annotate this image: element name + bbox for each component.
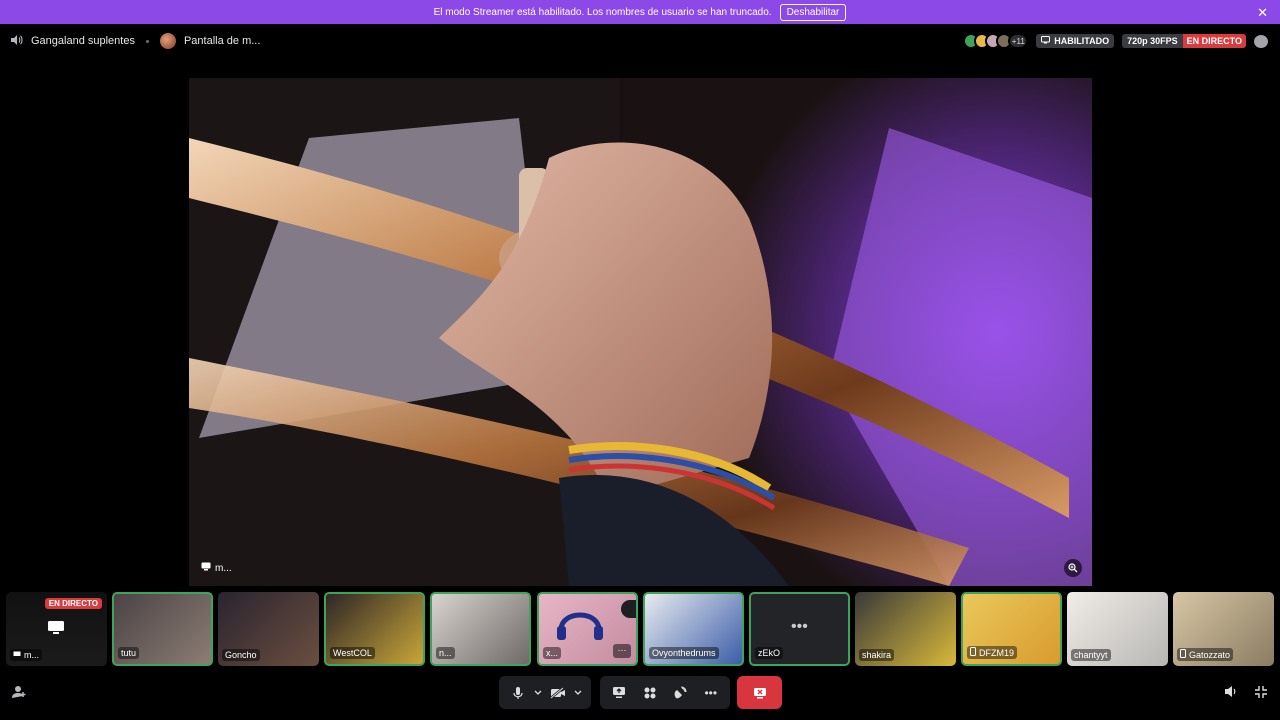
channel-name[interactable]: Gangaland suplentes (31, 35, 135, 47)
soundboard-icon[interactable] (667, 679, 694, 707)
participant-name: Ovyonthedrums (649, 647, 719, 659)
participant-tile[interactable]: WestCOL (324, 592, 425, 666)
stream-title[interactable]: Pantalla de m... (184, 35, 260, 47)
participant-tile[interactable]: x... ··· (537, 592, 638, 666)
monitor-icon (48, 621, 64, 634)
banner-message: El modo Streamer está habilitado. Los no… (433, 6, 772, 18)
volume-icon[interactable] (1224, 685, 1238, 703)
participant-name: Goncho (222, 649, 260, 661)
participant-tile[interactable]: Gatozzato (1173, 592, 1274, 666)
participant-name: DFZM19 (967, 646, 1018, 659)
participant-name: zEkO (755, 647, 784, 659)
call-header: Gangaland suplentes Pantalla de m... +11… (0, 24, 1280, 58)
stage-streamer-label: m... (201, 562, 232, 574)
tile-actions[interactable] (621, 600, 636, 618)
participant-tile[interactable]: ••• zEkO (749, 592, 850, 666)
chat-icon[interactable] (1254, 34, 1268, 48)
more-options-button[interactable]: ··· (613, 644, 631, 658)
screen-share-stage[interactable] (189, 78, 1092, 586)
viewer-avatars[interactable]: +11 (963, 33, 1029, 49)
actions-group: ••• (600, 676, 730, 709)
participant-name: Gatozzato (1177, 648, 1234, 661)
activities-icon[interactable] (637, 679, 664, 707)
monitor-icon (1041, 36, 1051, 46)
leave-call-icon[interactable] (737, 676, 782, 709)
participant-name: n... (436, 647, 455, 659)
zoom-icon[interactable] (1064, 559, 1082, 577)
more-icon[interactable]: ••• (698, 679, 725, 707)
quality-badge: 720p 30FPS (1122, 34, 1183, 48)
monitor-icon (201, 562, 211, 574)
participant-name: x... (543, 647, 562, 659)
participant-name: shakira (859, 649, 895, 661)
participant-tile[interactable]: chantyyt (1067, 592, 1168, 666)
participant-name: WestCOL (330, 647, 375, 659)
live-badge: EN DIRECTO (44, 598, 102, 609)
speaker-icon (10, 34, 23, 49)
participant-tile[interactable]: DFZM19 (961, 592, 1062, 666)
live-badge: EN DIRECTO (1182, 34, 1246, 48)
headphones-avatar (557, 612, 603, 640)
streamer-avatar (159, 33, 176, 49)
participant-strip: EN DIRECTO m... tutu Goncho WestCOL n...… (0, 591, 1280, 667)
mobile-icon (1180, 649, 1186, 660)
more-icon: ••• (791, 618, 808, 635)
mobile-icon (970, 647, 976, 658)
add-user-icon[interactable] (12, 685, 26, 704)
call-controls: ••• (0, 676, 1280, 710)
participant-tile[interactable]: Ovyonthedrums (643, 592, 744, 666)
participant-name: tutu (118, 647, 140, 659)
participant-tile[interactable]: EN DIRECTO m... (6, 592, 107, 666)
streamer-mode-banner: El modo Streamer está habilitado. Los no… (0, 0, 1280, 24)
participant-name: m... (10, 649, 42, 661)
chevron-down-icon[interactable] (572, 679, 585, 707)
minimize-icon[interactable] (1254, 685, 1268, 704)
chevron-down-icon[interactable] (532, 679, 545, 707)
mic-icon[interactable] (505, 679, 532, 707)
disable-streamer-mode-button[interactable]: Deshabilitar (779, 3, 847, 21)
stream-video (189, 78, 1092, 586)
close-icon[interactable]: ✕ (1257, 5, 1268, 21)
participant-tile[interactable]: shakira (855, 592, 956, 666)
extra-viewers-count: +11 (1008, 33, 1029, 49)
audio-video-group (499, 676, 591, 709)
participant-tile[interactable]: tutu (112, 592, 213, 666)
streamer-mode-badge: HABILITADO (1036, 34, 1115, 48)
separator-dot (145, 39, 149, 43)
stage-label-text: m... (215, 562, 232, 574)
participant-tile[interactable]: n... (430, 592, 531, 666)
streamer-mode-label: HABILITADO (1054, 36, 1110, 46)
participant-tile[interactable]: Goncho (218, 592, 319, 666)
screen-share-icon[interactable] (606, 679, 633, 707)
monitor-icon (13, 650, 21, 660)
participant-name: chantyyt (1071, 649, 1111, 661)
camera-off-icon[interactable] (545, 679, 572, 707)
